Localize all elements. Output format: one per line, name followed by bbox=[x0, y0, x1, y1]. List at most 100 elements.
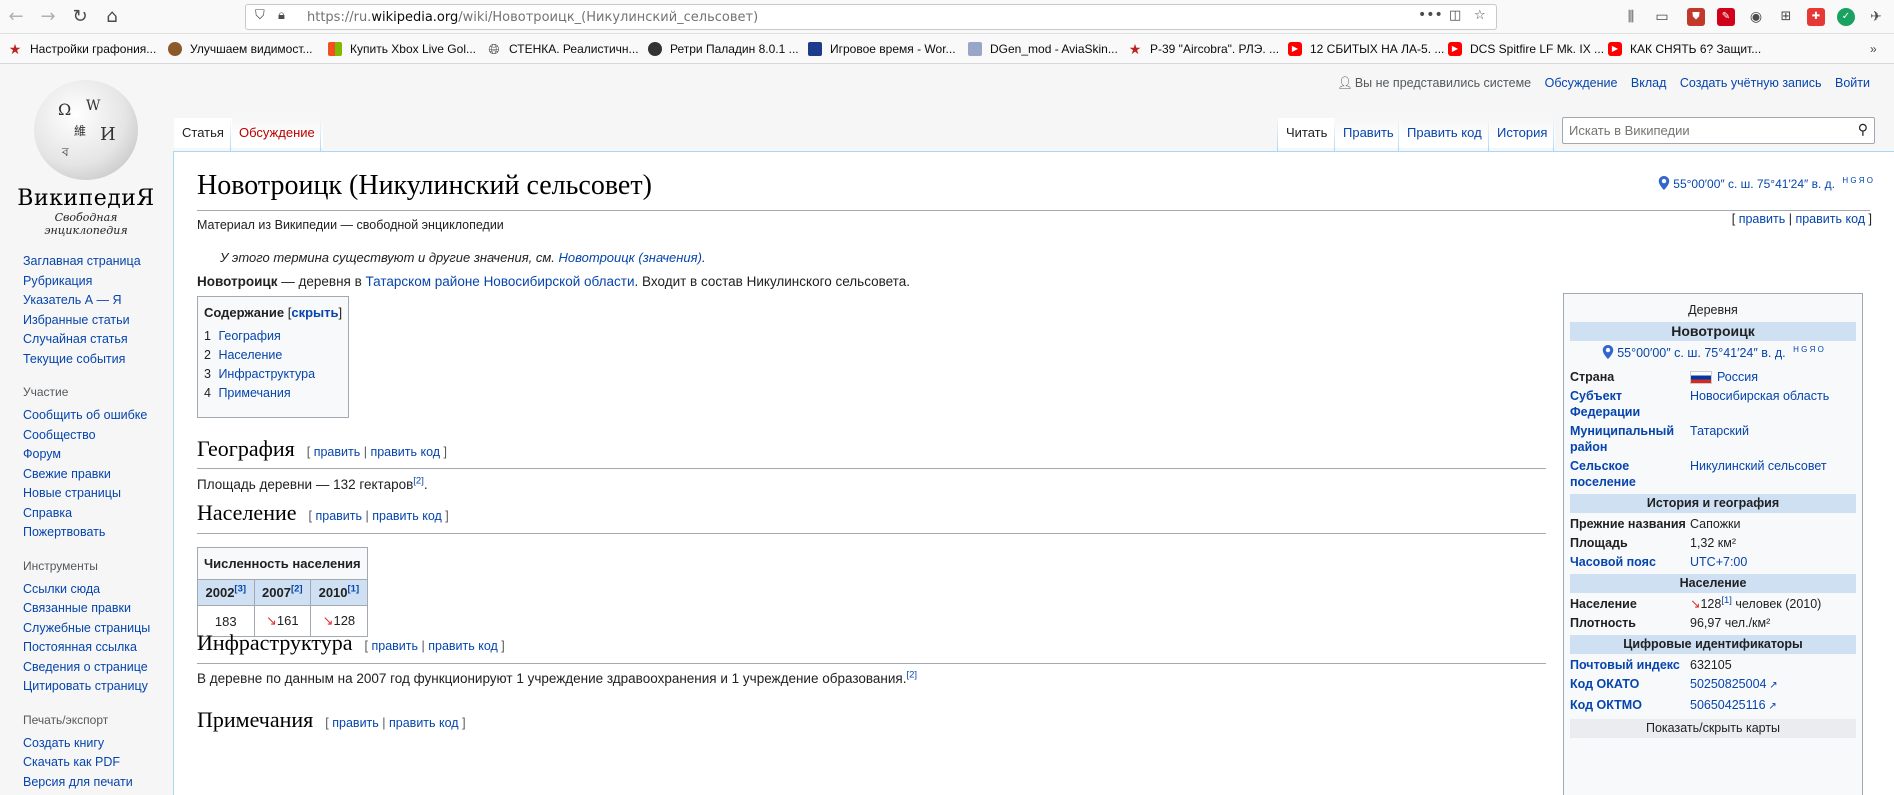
section-edit-link[interactable]: править bbox=[332, 716, 379, 730]
bookmark-item[interactable]: Улучшаем видимост... bbox=[168, 42, 313, 56]
oktmo-label-link[interactable]: Код ОКТМО bbox=[1570, 698, 1642, 712]
infobox-coordinates-link[interactable]: 55°00′00″ с. ш. 75°41′24″ в. д. bbox=[1617, 346, 1785, 360]
bookmarks-overflow-icon[interactable]: » bbox=[1870, 42, 1877, 56]
okato-link[interactable]: 50250825004 bbox=[1690, 677, 1766, 691]
tab-discussion[interactable]: Обсуждение bbox=[231, 118, 323, 148]
login-link[interactable]: Войти bbox=[1825, 76, 1870, 90]
coordinate-map-links[interactable]: H G Я O bbox=[1793, 345, 1824, 354]
forward-icon[interactable]: → bbox=[36, 5, 60, 29]
district-value-link[interactable]: Татарский bbox=[1690, 424, 1749, 438]
coordinate-map-links[interactable]: H G Я O bbox=[1842, 176, 1873, 185]
section-edit-link[interactable]: править bbox=[314, 445, 361, 459]
lock-icon[interactable]: 🔒︎ bbox=[278, 8, 285, 23]
edit-source-link[interactable]: править код bbox=[1795, 212, 1865, 226]
search-input[interactable] bbox=[1563, 118, 1833, 143]
sidebar-item-what-links-here[interactable]: Ссылки сюда bbox=[23, 582, 100, 596]
personal-contribs-link[interactable]: Вклад bbox=[1621, 76, 1667, 90]
okato-label-link[interactable]: Код ОКАТО bbox=[1570, 677, 1639, 691]
sidebar-item-recent-changes[interactable]: Свежие правки bbox=[23, 467, 111, 481]
sidebar-item-cite[interactable]: Цитировать страницу bbox=[23, 679, 148, 693]
subject-link[interactable]: Новосибирская область bbox=[1690, 389, 1829, 403]
bookmark-item[interactable]: ★ Настройки графония... bbox=[8, 42, 157, 56]
sidebar-heading-print[interactable]: Печать/экспорт bbox=[23, 713, 173, 727]
sidebar-item-categories[interactable]: Рубрикация bbox=[23, 274, 92, 288]
reference-link[interactable]: [2] bbox=[906, 670, 917, 681]
reload-icon[interactable]: ↻ bbox=[68, 5, 92, 29]
district-label-link[interactable]: Муниципальный район bbox=[1570, 424, 1674, 454]
wiki-logo[interactable]: Ω W 維 И ব ВикипедиЯ Свободная энциклопед… bbox=[16, 80, 156, 237]
sidebar-item-forum[interactable]: Форум bbox=[23, 447, 61, 461]
tab-history[interactable]: История bbox=[1489, 118, 1556, 148]
bookmark-item[interactable]: ▶ КАК СНЯТЬ 6? Защит... bbox=[1608, 42, 1761, 56]
toc-item[interactable]: 1 География bbox=[204, 327, 342, 346]
sidebar-icon[interactable]: ▭ bbox=[1653, 8, 1671, 26]
bookmark-star-icon[interactable]: ☆ bbox=[1474, 8, 1486, 23]
oktmo-link[interactable]: 50650425116 bbox=[1690, 698, 1766, 712]
sidebar-item-index[interactable]: Указатель А — Я bbox=[23, 293, 122, 307]
tab-read[interactable]: Читать bbox=[1278, 118, 1336, 148]
sidebar-item-main-page[interactable]: Заглавная страница bbox=[23, 254, 141, 268]
map-pin-icon[interactable] bbox=[1658, 176, 1670, 190]
adblock-icon[interactable]: ✚ bbox=[1807, 8, 1825, 26]
postal-label-link[interactable]: Почтовый индекс bbox=[1570, 658, 1680, 672]
timezone-link[interactable]: UTC+7:00 bbox=[1690, 555, 1747, 569]
library-icon[interactable]: ⫼ bbox=[1622, 8, 1640, 26]
section-edit-link[interactable]: править bbox=[315, 509, 362, 523]
tab-edit-source[interactable]: Править код bbox=[1399, 118, 1490, 148]
bookmark-item[interactable]: 🌐︎ СТЕНКА. Реалистичн... bbox=[487, 42, 638, 56]
reference-link[interactable]: [2] bbox=[413, 476, 424, 487]
sidebar-item-current-events[interactable]: Текущие события bbox=[23, 352, 125, 366]
extension-pen-icon[interactable]: ✎ bbox=[1717, 8, 1735, 26]
bookmark-item[interactable]: Ретри Паладин 8.0.1 ... bbox=[648, 42, 799, 56]
sidebar-item-donate[interactable]: Пожертвовать bbox=[23, 525, 105, 539]
sidebar-item-permanent-link[interactable]: Постоянная ссылка bbox=[23, 640, 137, 654]
toc-item[interactable]: 4 Примечания bbox=[204, 384, 342, 403]
bookmark-item[interactable]: DGen_mod - AviaSkin... bbox=[968, 42, 1118, 56]
tab-edit[interactable]: Править bbox=[1335, 118, 1402, 148]
sidebar-item-create-book[interactable]: Создать книгу bbox=[23, 736, 104, 750]
hatnote-link[interactable]: Новотроицк (значения) bbox=[559, 250, 702, 265]
bookmark-item[interactable]: ▶ 12 СБИТЫХ НА ЛА-5. ... bbox=[1288, 42, 1444, 56]
search-icon[interactable]: ⚲ bbox=[1858, 121, 1868, 138]
bookmark-item[interactable]: ★ P-39 "Aircobra". РЛЭ. ... bbox=[1128, 42, 1279, 56]
sidebar-heading-participation[interactable]: Участие bbox=[23, 385, 173, 399]
country-link[interactable]: Россия bbox=[1717, 370, 1758, 384]
reference-link[interactable]: [1] bbox=[1721, 595, 1732, 606]
create-account-link[interactable]: Создать учётную запись bbox=[1670, 76, 1822, 90]
reference-link[interactable]: [2] bbox=[291, 584, 303, 595]
sidebar-item-download-pdf[interactable]: Скачать как PDF bbox=[23, 755, 120, 769]
toc-link[interactable]: Инфраструктура bbox=[218, 367, 315, 381]
toggle-maps-button[interactable]: Показать/скрыть карты bbox=[1570, 719, 1856, 738]
toc-item[interactable]: 2 Население bbox=[204, 346, 342, 365]
settlement-label-link[interactable]: Сельское поселение bbox=[1570, 459, 1636, 489]
sidebar-item-community[interactable]: Сообщество bbox=[23, 428, 96, 442]
section-edit-source-link[interactable]: править код bbox=[372, 509, 442, 523]
settlement-link[interactable]: Никулинский сельсовет bbox=[1690, 459, 1827, 473]
sidebar-item-page-info[interactable]: Сведения о странице bbox=[23, 660, 148, 674]
section-edit-link[interactable]: править bbox=[371, 639, 418, 653]
more-actions-icon[interactable]: ••• bbox=[1418, 7, 1443, 23]
region-link[interactable]: Новосибирской области bbox=[484, 274, 635, 289]
district-link[interactable]: Татарском районе bbox=[366, 274, 480, 289]
coordinates-link[interactable]: 55°00′00″ с. ш. 75°41′24″ в. д. bbox=[1673, 177, 1835, 191]
bookmark-item[interactable]: ▶ DCS Spitfire LF Mk. IX ... bbox=[1448, 42, 1604, 56]
extension-shield-icon[interactable]: ⛊ bbox=[1687, 8, 1705, 26]
extension-satellite-icon[interactable]: ✈ bbox=[1867, 8, 1885, 26]
toc-toggle-link[interactable]: скрыть bbox=[291, 305, 338, 320]
reference-link[interactable]: [3] bbox=[234, 584, 246, 595]
sidebar-item-report-error[interactable]: Сообщить об ошибке bbox=[23, 408, 147, 422]
map-pin-icon[interactable] bbox=[1602, 345, 1614, 359]
pocket-icon[interactable]: ◫ bbox=[1449, 8, 1461, 23]
personal-talk-link[interactable]: Обсуждение bbox=[1535, 76, 1618, 90]
back-icon[interactable]: ← bbox=[4, 5, 28, 29]
shield-icon[interactable]: ⛉ bbox=[255, 8, 265, 23]
toc-link[interactable]: Примечания bbox=[218, 386, 290, 400]
toc-link[interactable]: География bbox=[218, 329, 280, 343]
sidebar-item-special-pages[interactable]: Служебные страницы bbox=[23, 621, 150, 635]
url-bar[interactable]: ⛉ 🔒︎ https://ru.wikipedia.org/wiki/Новот… bbox=[245, 4, 1497, 30]
bookmark-item[interactable]: Игровое время - Wor... bbox=[808, 42, 956, 56]
vpn-icon[interactable]: ✓ bbox=[1837, 8, 1855, 26]
section-edit-source-link[interactable]: править код bbox=[428, 639, 498, 653]
home-icon[interactable]: ⌂ bbox=[100, 5, 124, 29]
sidebar-heading-tools[interactable]: Инструменты bbox=[23, 559, 173, 573]
